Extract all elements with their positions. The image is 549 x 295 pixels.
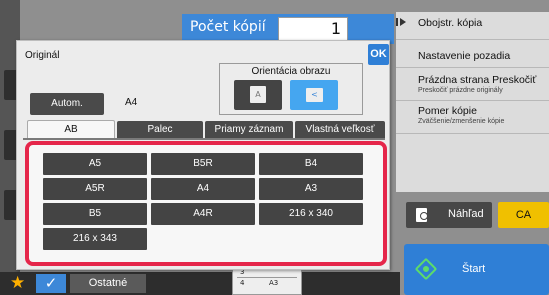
tab-direct-entry[interactable]: Priamy záznam — [205, 121, 293, 138]
copy-ratio-label: Pomer kópie — [418, 105, 477, 117]
expand-arrow-icon — [396, 18, 406, 26]
star-icon[interactable]: ★ — [10, 273, 25, 293]
start-icon — [414, 257, 438, 281]
blank-page-skip-label: Prázdna strana Preskočiť — [418, 74, 537, 86]
copy-ratio-item[interactable]: Pomer kópie Zväčšenie/zmenšenie kópie — [396, 101, 549, 134]
duplex-copy-item[interactable]: Obojstr. kópia — [396, 12, 549, 40]
size-button[interactable]: A5R — [43, 178, 147, 200]
original-size-dialog: Originál OK Orientácia obrazu A < Autom.… — [16, 40, 390, 270]
copy-ratio-sublabel: Zväčšenie/zmenšenie kópie — [418, 118, 505, 125]
copies-label: Počet kópií — [190, 19, 266, 35]
preview-icon — [416, 208, 428, 222]
size-button[interactable]: 216 x 340 — [259, 203, 363, 225]
auto-size-button[interactable]: Autom. — [30, 93, 104, 115]
preview-button[interactable]: Náhľad — [406, 202, 492, 228]
size-button[interactable]: B4 — [259, 153, 363, 175]
tray-paper-size: A3 — [269, 279, 279, 287]
start-button[interactable]: Štart — [404, 244, 549, 295]
tab-inch[interactable]: Palec — [117, 121, 203, 138]
orientation-portrait-button[interactable]: A — [234, 80, 282, 110]
size-button[interactable]: 216 x 343 — [43, 228, 147, 250]
right-panel: Obojstr. kópia Nastavenie pozadia Prázdn… — [396, 12, 549, 192]
landscape-page-icon: < — [306, 88, 323, 102]
orientation-landscape-button[interactable]: < — [290, 80, 338, 110]
start-label: Štart — [462, 263, 486, 275]
dialog-title: Originál — [25, 50, 60, 61]
orientation-title: Orientácia obrazu — [251, 66, 331, 77]
tab-divider — [23, 138, 385, 140]
tab-ab[interactable]: AB — [27, 120, 115, 139]
size-button[interactable]: A4 — [151, 178, 255, 200]
background-setting-item[interactable]: Nastavenie pozadia — [396, 40, 549, 68]
clear-all-button[interactable]: CA — [498, 202, 549, 228]
blank-page-skip-item[interactable]: Prázdna strana Preskočiť Preskočiť prázd… — [396, 68, 549, 101]
check-icon[interactable]: ✓ — [36, 274, 66, 293]
portrait-page-icon: A — [250, 86, 266, 103]
copy-original-size-screen: Počet kópií 1 Obojstr. kópia Nastavenie … — [0, 0, 549, 295]
duplex-copy-label: Obojstr. kópia — [418, 17, 483, 29]
size-button[interactable]: B5R — [151, 153, 255, 175]
tray-divider — [237, 277, 297, 278]
size-button[interactable]: A5 — [43, 153, 147, 175]
size-selection-frame: A5 B5R B4 A5R A4 A3 B5 A4R 216 x 340 216… — [25, 141, 387, 266]
other-button[interactable]: Ostatné — [70, 274, 146, 293]
orientation-group: Orientácia obrazu A < — [219, 63, 363, 115]
size-button[interactable]: A4R — [151, 203, 255, 225]
copies-input[interactable]: 1 — [278, 17, 348, 41]
blank-page-skip-sublabel: Preskočiť prázdne originály — [418, 87, 503, 94]
size-button[interactable]: A3 — [259, 178, 363, 200]
current-size-label: A4 — [125, 97, 138, 108]
ok-button[interactable]: OK — [368, 44, 389, 65]
background-setting-label: Nastavenie pozadia — [418, 50, 511, 62]
preview-label: Náhľad — [448, 208, 484, 220]
tab-custom-size[interactable]: Vlastná veľkosť — [295, 121, 385, 138]
bottom-bar: ★ ✓ Ostatné — [0, 272, 400, 295]
size-button[interactable]: B5 — [43, 203, 147, 225]
tray-number: 4 — [240, 279, 245, 287]
